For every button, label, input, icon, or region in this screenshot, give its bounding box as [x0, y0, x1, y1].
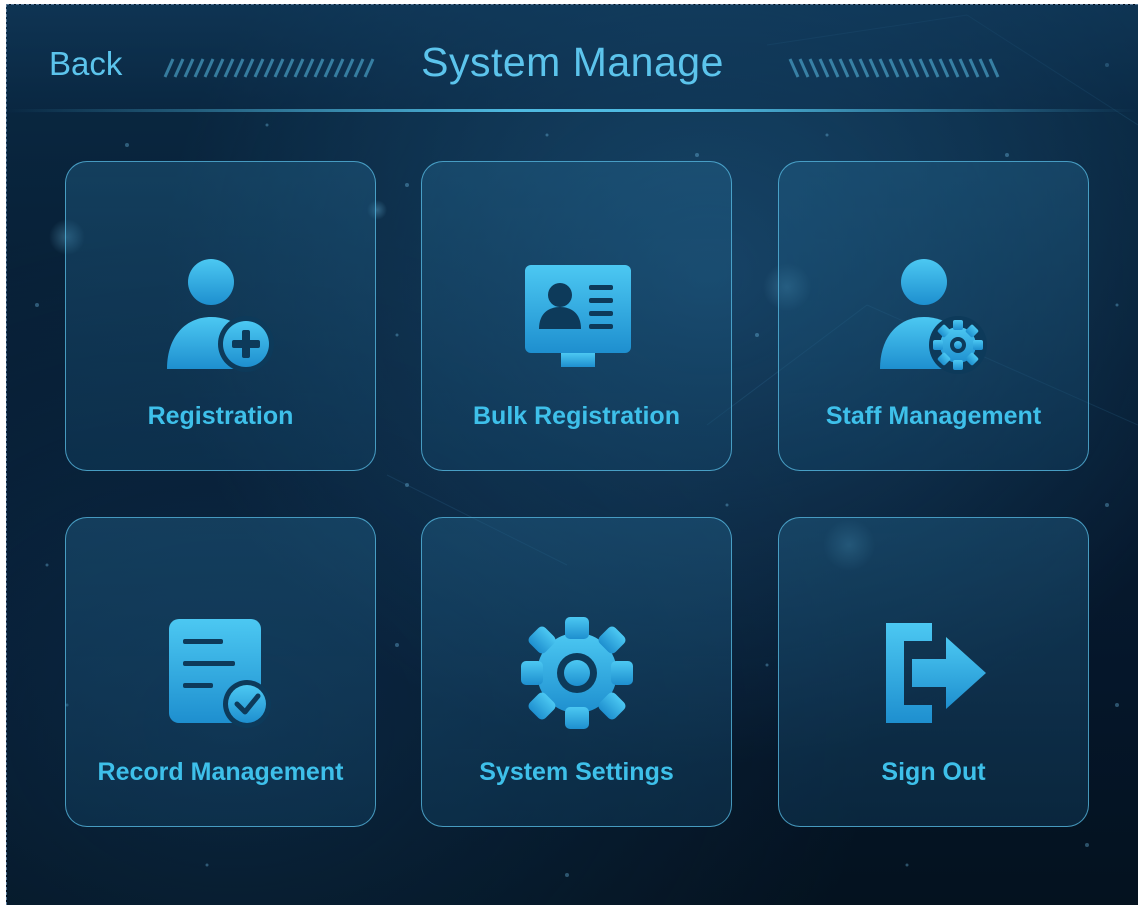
tile-system-settings[interactable]: System Settings — [421, 517, 732, 827]
user-add-icon — [167, 259, 274, 372]
tile-bulk-registration[interactable]: Bulk Registration — [421, 161, 732, 471]
tile-label: Registration — [147, 402, 294, 430]
user-settings-icon — [880, 259, 987, 374]
tile-label: Bulk Registration — [473, 402, 680, 430]
tile-label: Record Management — [97, 758, 344, 786]
tile-sign-out[interactable]: Sign Out — [778, 517, 1089, 827]
title-decoration-right — [788, 58, 1000, 78]
tile-registration[interactable]: Registration — [65, 161, 376, 471]
tile-label: System Settings — [479, 758, 674, 786]
header-divider — [7, 109, 1138, 112]
sign-out-icon — [886, 623, 986, 723]
tile-record-management[interactable]: Record Management — [65, 517, 376, 827]
id-card-icon — [525, 265, 631, 367]
tile-label: Staff Management — [825, 402, 1042, 430]
system-manage-screen: Back System Manage Registration Bulk Reg… — [6, 4, 1138, 905]
tile-label: Sign Out — [881, 758, 986, 786]
gear-icon — [521, 617, 633, 729]
document-check-icon — [169, 619, 271, 728]
tile-staff-management[interactable]: Staff Management — [778, 161, 1089, 471]
